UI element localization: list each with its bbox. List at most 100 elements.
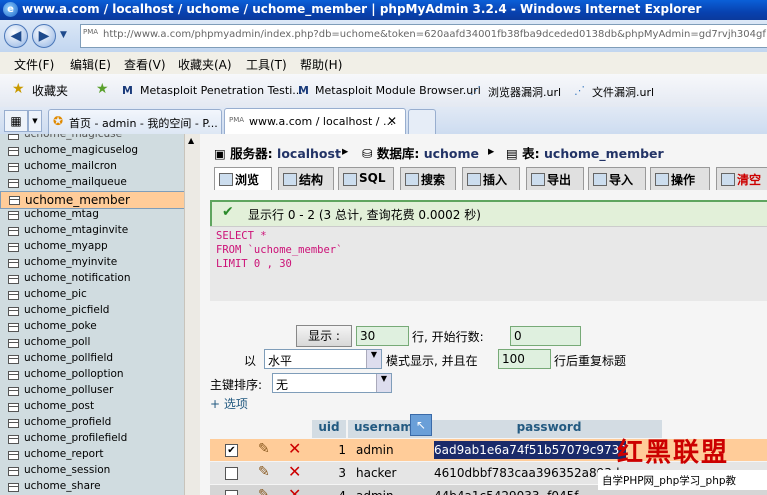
table-icon xyxy=(8,227,19,236)
sidebar-item-uchome-myinvite[interactable]: uchome_myinvite xyxy=(0,255,184,271)
table-icon xyxy=(8,355,19,364)
sidebar-item-label: uchome_notification xyxy=(24,272,131,284)
tab-list-dropdown-icon[interactable]: ▼ xyxy=(28,110,42,132)
cell-uid: 3 xyxy=(338,466,346,480)
show-button[interactable]: 显示 : xyxy=(296,325,352,347)
tab-operations[interactable]: 操作 xyxy=(650,167,710,190)
delete-icon[interactable]: ✕ xyxy=(288,439,301,458)
fav-item-browser-vuln[interactable]: 浏览器漏洞.url xyxy=(488,84,561,100)
repeat-label: 行后重复标题 xyxy=(554,354,627,368)
menu-edit[interactable]: 编辑(E) xyxy=(70,56,111,73)
sidebar-item-uchome-poll[interactable]: uchome_poll xyxy=(0,335,184,351)
delete-icon[interactable]: ✕ xyxy=(288,462,301,481)
row-checkbox[interactable] xyxy=(225,490,238,495)
sidebar-item-truncated[interactable]: uchome_magicuse xyxy=(0,134,184,143)
favorites-bar: ★ 收藏夹 ★ M Metasploit Penetration Testi..… xyxy=(0,74,767,108)
row-checkbox[interactable]: ✔ xyxy=(225,444,238,457)
menu-file[interactable]: 文件(F) xyxy=(14,56,54,73)
sidebar-item-uchome-mtaginvite[interactable]: uchome_mtaginvite xyxy=(0,223,184,239)
forward-button[interactable]: ▶ xyxy=(32,24,56,48)
sidebar-item-label: uchome_profilefield xyxy=(24,432,128,444)
sidebar-item-uchome-pollfield[interactable]: uchome_pollfield xyxy=(0,351,184,367)
sidebar-item-label: uchome_poll xyxy=(24,336,91,348)
tab-empty[interactable]: 清空 xyxy=(716,167,767,190)
sidebar-item-uchome-session[interactable]: uchome_session xyxy=(0,463,184,479)
sidebar-item-uchome-poke[interactable]: uchome_poke xyxy=(0,319,184,335)
tab-ucenter-home[interactable]: ✪ 首页 - admin - 我的空间 - P... xyxy=(48,109,222,134)
sidebar-scrollbar[interactable]: ▲ xyxy=(184,134,201,495)
fav-item-metasploit-pentest[interactable]: Metasploit Penetration Testi... xyxy=(140,84,303,97)
new-tab-button[interactable] xyxy=(408,109,436,134)
menu-view[interactable]: 查看(V) xyxy=(124,56,166,73)
tab-structure[interactable]: 结构 xyxy=(278,167,334,190)
primary-key-sort-select[interactable]: 无 ▼ xyxy=(272,373,392,393)
sidebar-item-uchome-polluser[interactable]: uchome_polluser xyxy=(0,383,184,399)
table-icon xyxy=(8,451,19,460)
cell-username: hacker xyxy=(356,466,397,480)
delete-icon[interactable]: ✕ xyxy=(288,485,301,495)
sidebar-item-uchome-profield[interactable]: uchome_profield xyxy=(0,415,184,431)
back-button[interactable]: ◀ xyxy=(4,24,28,48)
fav-item-metasploit-browser[interactable]: Metasploit Module Browser.url xyxy=(315,84,481,97)
scroll-up-icon[interactable]: ▲ xyxy=(188,136,194,145)
sidebar-item-uchome-share[interactable]: uchome_share xyxy=(0,479,184,495)
sidebar-item-uchome-profilefield[interactable]: uchome_profilefield xyxy=(0,431,184,447)
breadcrumb-table[interactable]: ▤ 表: uchome_member xyxy=(506,143,664,162)
tab-export[interactable]: 导出 xyxy=(526,167,584,190)
menu-tools[interactable]: 工具(T) xyxy=(246,56,287,73)
watermark-logo-text: 红黑联盟 xyxy=(617,438,730,468)
edit-pencil-icon[interactable]: ✎ xyxy=(258,441,270,457)
address-field[interactable]: PMA http://www.a.com/phpmyadmin/index.ph… xyxy=(80,24,767,48)
menu-help[interactable]: 帮助(H) xyxy=(300,56,342,73)
close-tab-icon[interactable]: ✕ xyxy=(387,114,397,128)
sidebar-item-uchome-mtag[interactable]: uchome_mtag xyxy=(0,207,184,223)
sidebar-item-uchome-mailqueue[interactable]: uchome_mailqueue xyxy=(0,175,184,191)
menu-favorites[interactable]: 收藏夹(A) xyxy=(178,56,232,73)
table-icon xyxy=(8,387,19,396)
favorites-label[interactable]: 收藏夹 xyxy=(32,82,68,99)
history-dropdown-icon[interactable]: ▼ xyxy=(60,30,67,40)
sql-line: SELECT * xyxy=(216,230,267,242)
sidebar-item-label: uchome_pollfield xyxy=(24,352,114,364)
add-favorite-icon[interactable]: ★ xyxy=(96,81,109,97)
sidebar-item-uchome-magicuselog[interactable]: uchome_magicuselog xyxy=(0,143,184,159)
table-icon xyxy=(8,323,19,332)
sidebar-item-uchome-notification[interactable]: uchome_notification xyxy=(0,271,184,287)
tab-browse[interactable]: 浏览 xyxy=(214,167,272,190)
tab-import[interactable]: 导入 xyxy=(588,167,646,190)
link-icon: ⋰ xyxy=(574,84,585,97)
tab-insert[interactable]: 插入 xyxy=(462,167,520,190)
tab-search[interactable]: 搜索 xyxy=(400,167,456,190)
repeat-header-input[interactable]: 100 xyxy=(498,349,551,369)
cell-uid: 1 xyxy=(338,443,346,457)
sidebar-item-uchome-report[interactable]: uchome_report xyxy=(0,447,184,463)
tab-phpmyadmin[interactable]: PMA www.a.com / localhost / ... ✕ xyxy=(224,108,406,135)
sidebar-item-uchome-picfield[interactable]: uchome_picfield xyxy=(0,303,184,319)
table-list-sidebar: uchome_magicuse uchome_magicuselog uchome… xyxy=(0,134,200,495)
rows-count-input[interactable]: 30 xyxy=(356,326,409,346)
sidebar-item-uchome-post[interactable]: uchome_post xyxy=(0,399,184,415)
quick-tabs-icon[interactable]: ▦ xyxy=(4,110,28,132)
breadcrumb-db[interactable]: ⛁ 数据库: uchome xyxy=(362,143,479,162)
options-link[interactable]: + 选项 xyxy=(210,395,248,412)
sidebar-item-uchome-pic[interactable]: uchome_pic xyxy=(0,287,184,303)
edit-pencil-icon[interactable]: ✎ xyxy=(258,464,270,480)
tab-sql[interactable]: SQL xyxy=(338,167,394,190)
row-checkbox[interactable] xyxy=(225,467,238,480)
breadcrumb-server[interactable]: ▣ 服务器: localhost xyxy=(214,143,341,162)
table-icon: ▤ xyxy=(506,146,518,161)
mode-label: 模式显示, 并且在 xyxy=(386,354,478,368)
cell-password[interactable]: 6ad9ab1e6a74f51b57079c97329c xyxy=(434,441,626,459)
column-header-uid[interactable]: uid xyxy=(312,420,346,438)
sidebar-item-uchome-polloption[interactable]: uchome_polloption xyxy=(0,367,184,383)
fav-item-file-vuln[interactable]: 文件漏洞.url xyxy=(592,84,654,100)
start-row-input[interactable]: 0 xyxy=(510,326,581,346)
table-icon xyxy=(8,419,19,428)
sql-icon xyxy=(343,173,357,186)
tab-label: www.a.com / localhost / ... xyxy=(249,115,394,128)
sidebar-item-uchome-mailcron[interactable]: uchome_mailcron xyxy=(0,159,184,175)
display-mode-select[interactable]: 水平 ▼ xyxy=(264,349,382,369)
sidebar-item-label: uchome_mailcron xyxy=(24,160,117,172)
edit-pencil-icon[interactable]: ✎ xyxy=(258,487,270,495)
sidebar-item-uchome-myapp[interactable]: uchome_myapp xyxy=(0,239,184,255)
